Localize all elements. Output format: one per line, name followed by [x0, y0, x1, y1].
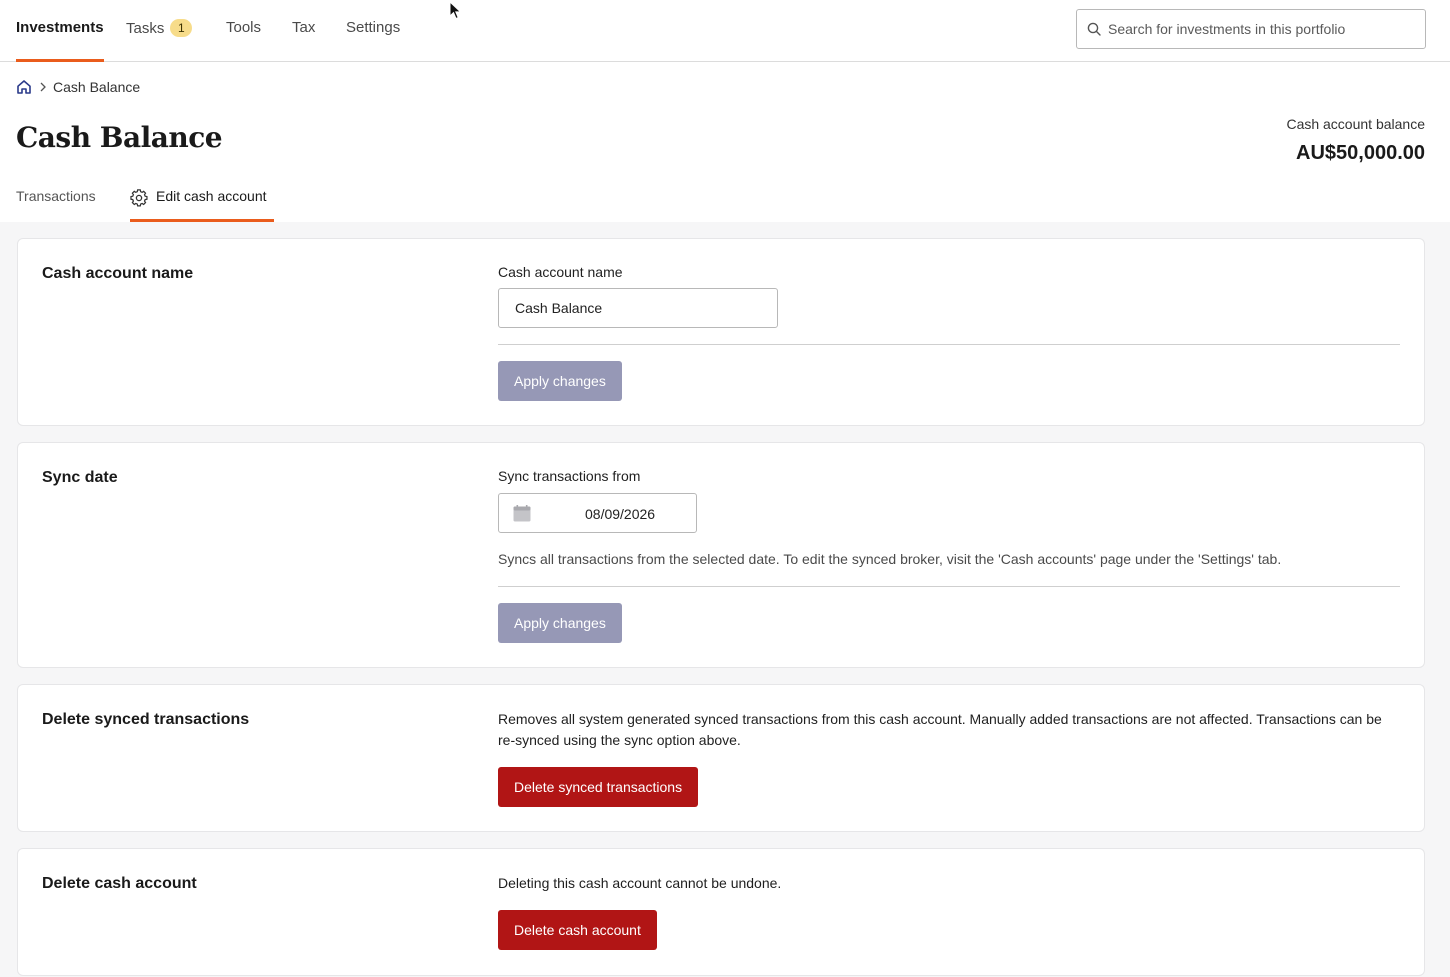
field-label: Cash account name [498, 264, 623, 280]
sync-date-picker[interactable]: 08/09/2026 [498, 493, 697, 533]
sync-date-card: Sync date Sync transactions from 08/09/2… [17, 442, 1425, 668]
cash-account-name-card: Cash account name Cash account name Appl… [17, 238, 1425, 426]
section-title: Cash account name [42, 265, 194, 282]
divider [498, 586, 1400, 587]
home-icon[interactable] [16, 79, 32, 95]
balance-label: Cash account balance [1286, 116, 1425, 132]
delete-cash-account-button[interactable]: Delete cash account [498, 910, 657, 950]
divider [498, 344, 1400, 345]
delete-synced-transactions-card: Delete synced transactions Removes all s… [17, 684, 1425, 832]
nav-label: Investments [16, 19, 104, 36]
nav-label: Tools [226, 19, 262, 36]
nav-tasks[interactable]: Tasks 1 [126, 19, 193, 62]
tab-edit-cash-account[interactable]: Edit cash account [130, 188, 274, 222]
field-label: Sync transactions from [498, 468, 641, 484]
apply-changes-button[interactable]: Apply changes [498, 603, 622, 643]
breadcrumb-current: Cash Balance [53, 79, 141, 95]
page-title: Cash Balance [16, 121, 223, 154]
sync-date-value: 08/09/2026 [585, 506, 656, 522]
search-input[interactable] [1108, 10, 1418, 48]
content-area: Cash account name Cash account name Appl… [0, 222, 1450, 977]
delete-cash-account-card: Delete cash account Deleting this cash a… [17, 848, 1425, 976]
nav-settings[interactable]: Settings [346, 19, 400, 62]
search-box[interactable] [1076, 9, 1426, 49]
balance-value: AU$50,000.00 [1296, 142, 1425, 164]
delete-account-description: Deleting this cash account cannot be und… [498, 875, 782, 891]
nav-investments[interactable]: Investments [16, 19, 104, 62]
nav-label: Tax [292, 19, 316, 36]
apply-changes-button[interactable]: Apply changes [498, 361, 622, 401]
nav-label: Tasks [126, 20, 165, 37]
nav-tools[interactable]: Tools [226, 19, 261, 62]
mouse-cursor-icon [449, 1, 462, 20]
section-title: Sync date [42, 469, 118, 486]
nav-label: Settings [346, 19, 401, 36]
delete-synced-transactions-button[interactable]: Delete synced transactions [498, 767, 699, 807]
cash-account-name-input[interactable] [498, 288, 778, 328]
top-nav: Investments Tasks 1 Tools Tax Settings [0, 0, 1450, 62]
tab-label: Edit cash account [156, 188, 267, 204]
breadcrumb: Cash Balance [16, 79, 140, 95]
section-title: Delete cash account [42, 875, 197, 892]
nav-tax[interactable]: Tax [292, 19, 315, 62]
section-title: Delete synced transactions [42, 711, 250, 728]
chevron-right-icon [39, 82, 47, 92]
tab-transactions[interactable]: Transactions [16, 188, 96, 222]
tab-label: Transactions [16, 188, 96, 204]
search-icon [1087, 22, 1101, 36]
sync-help-text: Syncs all transactions from the selected… [498, 551, 1282, 567]
calendar-icon [513, 505, 531, 522]
delete-synced-description: Removes all system generated synced tran… [498, 711, 1382, 748]
gear-icon [130, 189, 148, 207]
tasks-count-badge: 1 [170, 19, 193, 37]
